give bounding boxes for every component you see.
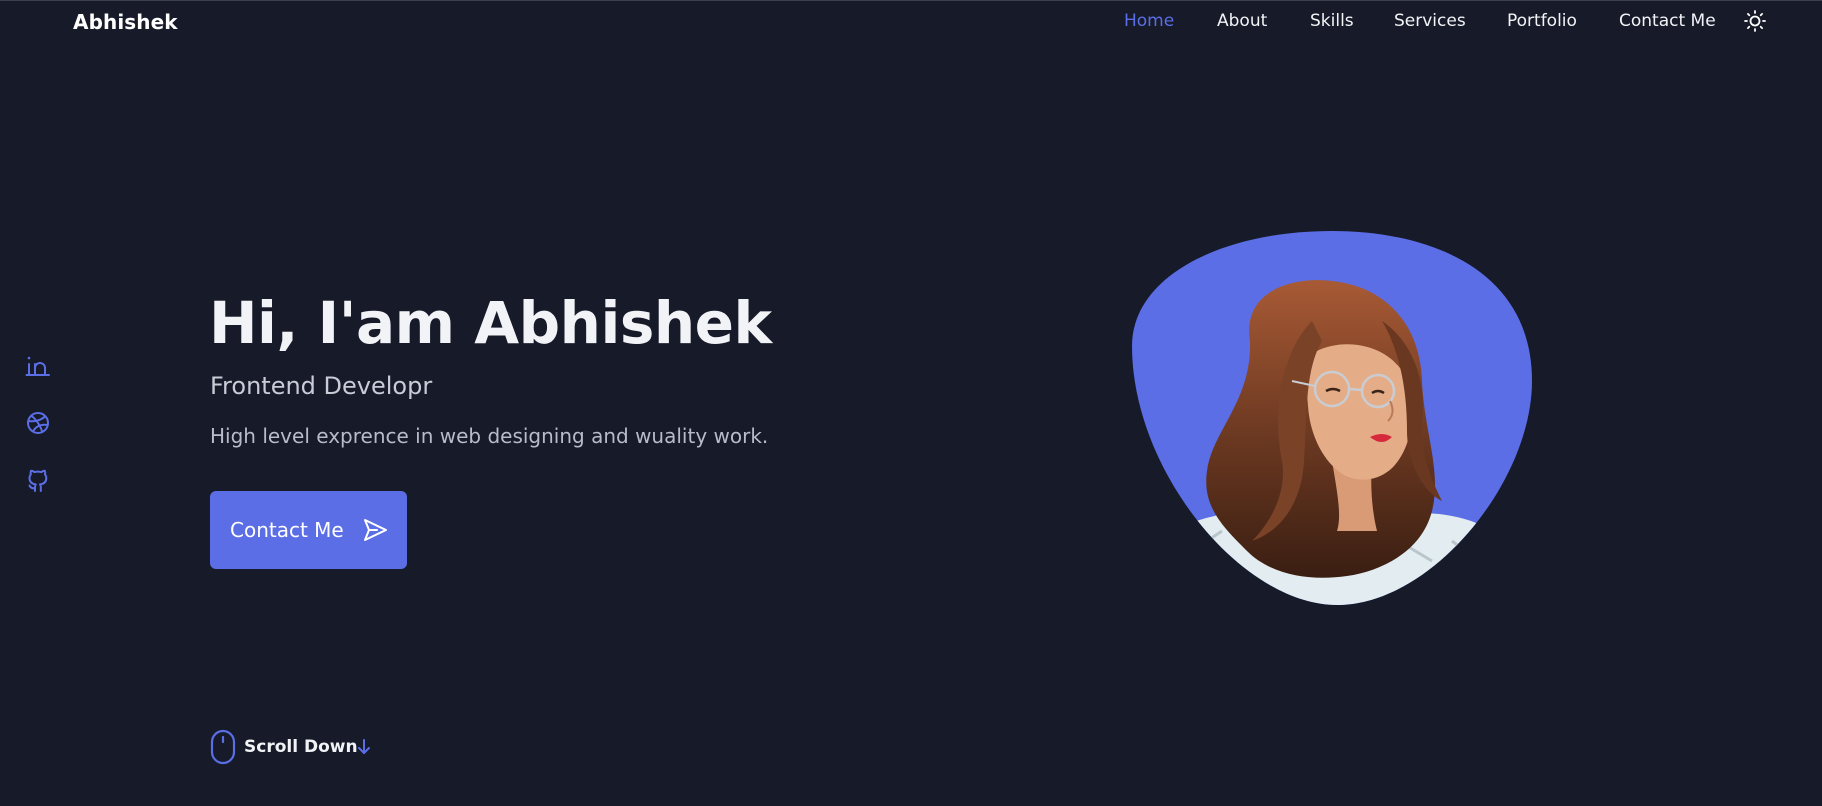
logo[interactable]: Abhishek — [73, 10, 178, 34]
dribbble-link[interactable] — [25, 410, 51, 436]
send-icon — [364, 519, 387, 541]
scroll-down-button[interactable]: Scroll Down — [210, 729, 380, 765]
linkedin-icon — [25, 356, 50, 376]
profile-image — [1132, 231, 1535, 605]
nav-item-portfolio[interactable]: Portfolio — [1507, 11, 1577, 31]
page: Abhishek Home About Skills Services Port… — [0, 0, 1822, 806]
linkedin-link[interactable] — [25, 353, 51, 379]
arrow-down-icon — [358, 739, 370, 754]
scroll-down-label: Scroll Down — [244, 737, 358, 757]
nav-item-home[interactable]: Home — [1124, 11, 1174, 31]
header: Abhishek Home About Skills Services Port… — [0, 1, 1822, 41]
nav-item-about[interactable]: About — [1217, 11, 1267, 31]
dribbble-icon — [27, 412, 49, 434]
mouse-icon — [210, 729, 236, 765]
hero-title: Hi, I'am Abhishek — [209, 289, 772, 357]
hero-subtitle: Frontend Developr — [210, 372, 433, 400]
contact-me-button[interactable]: Contact Me — [210, 491, 407, 569]
contact-me-button-label: Contact Me — [230, 518, 344, 542]
nav-item-services[interactable]: Services — [1394, 11, 1466, 31]
hero-description: High level exprence in web designing and… — [210, 424, 769, 448]
github-icon — [28, 469, 48, 492]
nav-item-contact[interactable]: Contact Me — [1619, 11, 1716, 31]
theme-toggle[interactable] — [1743, 9, 1767, 33]
sun-icon — [1744, 10, 1766, 32]
nav-item-skills[interactable]: Skills — [1310, 11, 1354, 31]
github-link[interactable] — [25, 467, 51, 493]
